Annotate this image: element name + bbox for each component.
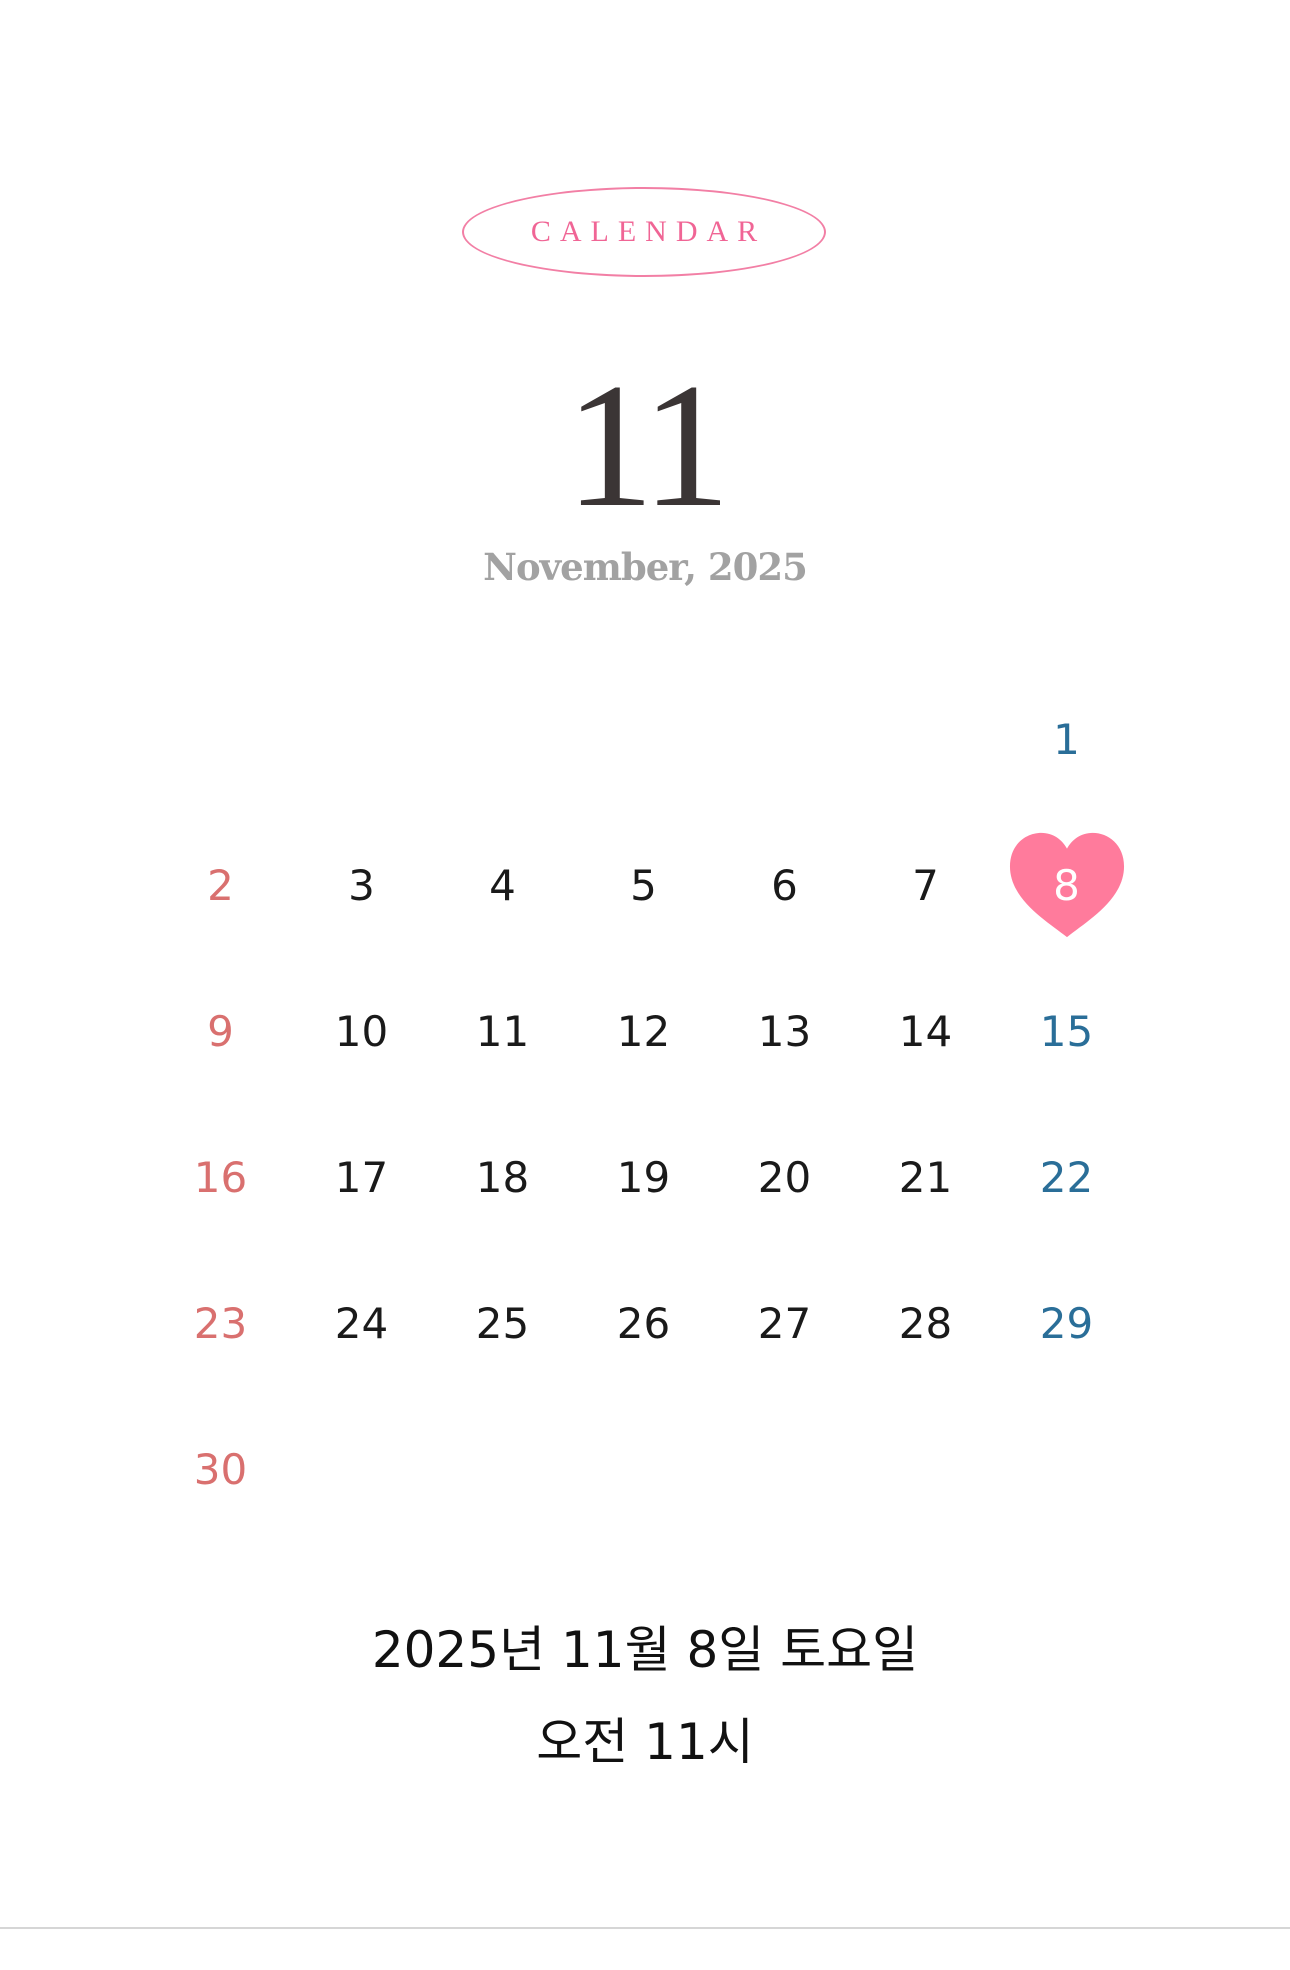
calendar-day[interactable]: 9 (150, 958, 291, 1104)
calendar-day[interactable]: 15 (996, 958, 1137, 1104)
calendar-badge: CALENDAR (462, 187, 826, 277)
calendar-day[interactable]: 13 (714, 958, 855, 1104)
calendar-day-number: 14 (898, 1006, 953, 1056)
calendar-day-number: 20 (757, 1152, 812, 1202)
calendar-day[interactable]: 25 (432, 1250, 573, 1396)
calendar-day-number: 28 (898, 1298, 953, 1348)
calendar-day[interactable]: 22 (996, 1104, 1137, 1250)
event-date-text: 2025년 11월 8일 토요일 (371, 1621, 919, 1679)
event-time-text: 오전 11시 (536, 1713, 754, 1771)
calendar-day[interactable]: 6 (714, 812, 855, 958)
calendar-day[interactable]: 27 (714, 1250, 855, 1396)
calendar-day[interactable]: 29 (996, 1250, 1137, 1396)
calendar-day[interactable]: 20 (714, 1104, 855, 1250)
calendar-day-number: 27 (757, 1298, 812, 1348)
calendar-day[interactable]: 2 (150, 812, 291, 958)
calendar-day-number: 8 (1053, 860, 1080, 910)
calendar-day-number: 19 (616, 1152, 671, 1202)
calendar-day[interactable]: 24 (291, 1250, 432, 1396)
calendar-day-number: 24 (334, 1298, 389, 1348)
calendar-day-number: 15 (1039, 1006, 1094, 1056)
calendar-day-number: 12 (616, 1006, 671, 1056)
calendar-day[interactable]: 11 (432, 958, 573, 1104)
calendar-day-number: 3 (348, 860, 375, 910)
calendar-day[interactable]: 3 (291, 812, 432, 958)
calendar-day-number: 18 (475, 1152, 530, 1202)
calendar-day-number: 7 (912, 860, 939, 910)
calendar-badge-label: CALENDAR (530, 215, 767, 248)
calendar-day[interactable]: 19 (573, 1104, 714, 1250)
calendar-day-number: 26 (616, 1298, 671, 1348)
calendar-day[interactable]: 18 (432, 1104, 573, 1250)
calendar-day-number: 2 (207, 860, 234, 910)
month-subtitle: November, 2025 (483, 545, 808, 589)
calendar-day-number: 29 (1039, 1298, 1094, 1348)
calendar-day[interactable]: 5 (573, 812, 714, 958)
calendar-day-number: 6 (771, 860, 798, 910)
calendar-day-number: 13 (757, 1006, 812, 1056)
calendar-day-number: 22 (1039, 1152, 1094, 1202)
calendar-day[interactable]: 23 (150, 1250, 291, 1396)
calendar-day[interactable]: 1 (996, 666, 1137, 812)
calendar-day-number: 10 (334, 1006, 389, 1056)
calendar-day[interactable]: 4 (432, 812, 573, 958)
calendar-day[interactable]: 21 (855, 1104, 996, 1250)
calendar-day-selected[interactable]: 8 (996, 812, 1137, 958)
bottom-divider (0, 1927, 1290, 1929)
calendar-day[interactable]: 12 (573, 958, 714, 1104)
calendar-day-number: 16 (193, 1152, 248, 1202)
calendar-day-number: 9 (207, 1006, 234, 1056)
calendar-day[interactable]: 14 (855, 958, 996, 1104)
calendar-day-number: 21 (898, 1152, 953, 1202)
calendar-day[interactable]: 17 (291, 1104, 432, 1250)
calendar-day-number: 23 (193, 1298, 248, 1348)
calendar-day-number: 25 (475, 1298, 530, 1348)
calendar-day-number: 5 (630, 860, 657, 910)
calendar-day[interactable]: 16 (150, 1104, 291, 1250)
calendar-day[interactable]: 7 (855, 812, 996, 958)
month-number: 11 (565, 346, 730, 544)
calendar-day[interactable]: 28 (855, 1250, 996, 1396)
calendar-day-number: 30 (193, 1444, 248, 1494)
calendar-day-number: 4 (489, 860, 516, 910)
calendar-day[interactable]: 26 (573, 1250, 714, 1396)
calendar-day[interactable]: 10 (291, 958, 432, 1104)
calendar-grid: 1 2 3 4 5 6 7 8 9 10 11 12 13 14 15 16 17 18 19 20 21 22 23 24 2… (150, 666, 1137, 1546)
calendar-day-number: 1 (1053, 714, 1080, 764)
calendar-day[interactable]: 30 (150, 1396, 291, 1542)
calendar-day-number: 11 (475, 1006, 530, 1056)
calendar-day-number: 17 (334, 1152, 389, 1202)
